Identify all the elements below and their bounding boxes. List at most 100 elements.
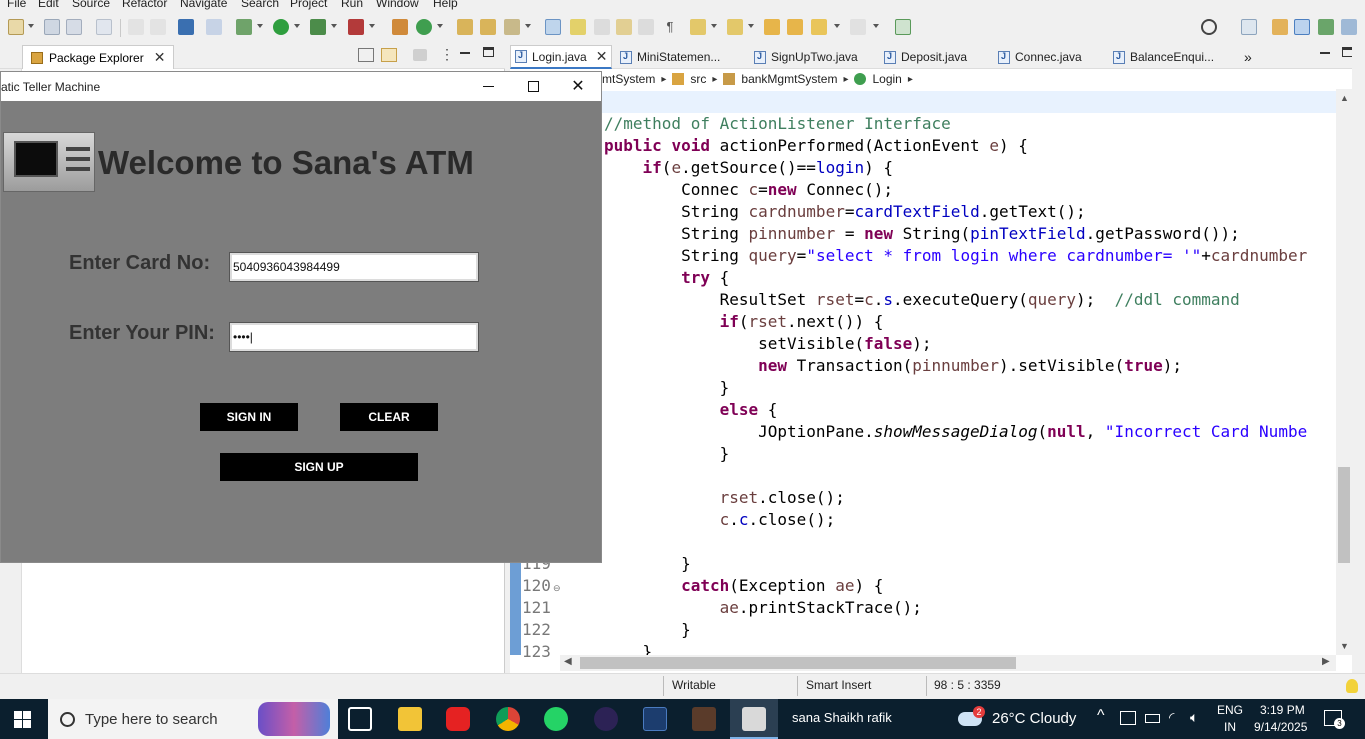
new-file-icon[interactable] [8, 19, 24, 35]
next-edit-icon[interactable] [690, 19, 706, 35]
java-perspective-icon[interactable] [1294, 19, 1310, 35]
save-all-icon[interactable] [66, 19, 82, 35]
clock-date[interactable]: 9/14/2025 [1254, 720, 1307, 734]
show-hidden-icons-icon[interactable]: ^ [1097, 707, 1105, 725]
filters-icon[interactable] [413, 49, 427, 61]
close-window-button[interactable]: ✕ [558, 74, 598, 98]
taskbar-active-app[interactable] [730, 699, 778, 739]
minimize-icon[interactable] [460, 52, 470, 54]
tab-package-explorer[interactable]: Package Explorer ✕ [22, 45, 175, 69]
code-text[interactable]: //method of ActionListener Interface pub… [604, 113, 1334, 655]
undo-icon[interactable] [128, 19, 144, 35]
horizontal-scrollbar[interactable]: ◀ ▶ [560, 655, 1336, 671]
prev-edit-icon[interactable] [727, 19, 743, 35]
forward-history-icon[interactable] [787, 19, 803, 35]
chrome-icon[interactable] [496, 707, 520, 731]
close-icon[interactable]: ✕ [154, 49, 166, 66]
breadcrumb-src[interactable]: src [690, 72, 706, 86]
last-edit-location-icon[interactable] [764, 19, 780, 35]
menu-window[interactable]: Window [376, 0, 419, 10]
taskbar-user-label[interactable]: sana Shaikh rafik [792, 710, 892, 725]
breadcrumb-project[interactable]: mtSystem [602, 72, 655, 86]
maximize-window-button[interactable] [513, 74, 553, 98]
new-java-package-icon[interactable] [392, 19, 408, 35]
task-view-icon[interactable] [348, 707, 372, 731]
pilcrow-icon[interactable]: ¶ [662, 19, 678, 35]
whatsapp-icon[interactable] [544, 707, 568, 731]
back-icon[interactable] [811, 19, 827, 35]
close-icon[interactable]: ✕ [596, 48, 608, 65]
menu-refactor[interactable]: Refactor [122, 0, 167, 10]
scroll-up-icon[interactable]: ▲ [1340, 93, 1349, 103]
open-console-icon[interactable] [895, 19, 911, 35]
save-icon[interactable] [44, 19, 60, 35]
chevron-down-icon[interactable] [331, 24, 337, 28]
weather-text[interactable]: 26°C Cloudy [992, 710, 1076, 727]
menu-search[interactable]: Search [241, 0, 279, 10]
print-icon[interactable] [96, 19, 112, 35]
tab-login-java[interactable]: Login.java ✕ [510, 45, 613, 69]
tab-ministatement-java[interactable]: MiniStatemen... [620, 45, 720, 69]
tab-connec-java[interactable]: Connec.java [998, 45, 1082, 69]
show-whitespace-icon[interactable] [638, 19, 654, 35]
scroll-right-icon[interactable]: ▶ [1322, 656, 1330, 667]
open-type-icon[interactable] [457, 19, 473, 35]
next-annotation-icon[interactable] [616, 19, 632, 35]
collapse-all-icon[interactable] [358, 48, 374, 62]
forward-icon[interactable] [850, 19, 866, 35]
minimize-window-button[interactable] [468, 74, 508, 98]
run-icon[interactable] [273, 19, 289, 35]
tab-balanceenquiry-java[interactable]: BalanceEnqui... [1113, 45, 1214, 69]
new-class-icon[interactable] [416, 19, 432, 35]
maximize-icon[interactable] [483, 47, 494, 57]
vertical-scroll-thumb[interactable] [1338, 467, 1350, 563]
eclipse-icon[interactable] [594, 707, 618, 731]
console-icon[interactable] [178, 19, 194, 35]
minimize-icon[interactable] [1320, 52, 1330, 54]
pin-input[interactable]: ••••| [229, 322, 479, 352]
volume-icon[interactable]: 🔈︎ [1190, 709, 1198, 726]
menu-edit[interactable]: Edit [38, 0, 59, 10]
debug-icon[interactable] [236, 19, 252, 35]
menu-run[interactable]: Run [341, 0, 363, 10]
open-perspective-icon[interactable] [1241, 19, 1257, 35]
scroll-left-icon[interactable]: ◀ [564, 656, 572, 667]
chevron-down-icon[interactable] [437, 24, 443, 28]
clear-button[interactable]: CLEAR [340, 403, 438, 431]
menu-file[interactable]: File [7, 0, 26, 10]
chevron-down-icon[interactable] [748, 24, 754, 28]
chevron-down-icon[interactable] [369, 24, 375, 28]
menu-help[interactable]: Help [433, 0, 458, 10]
card-number-input[interactable]: 5040936043984499 [229, 252, 479, 282]
game-icon[interactable] [692, 707, 716, 731]
clock-time[interactable]: 3:19 PM [1260, 703, 1305, 717]
vertical-scrollbar[interactable]: ▲ ▼ [1336, 89, 1352, 655]
redo-icon[interactable] [150, 19, 166, 35]
lightbulb-icon[interactable] [1346, 679, 1358, 693]
tab-signuptwo-java[interactable]: SignUpTwo.java [754, 45, 858, 69]
debug-perspective-icon[interactable] [1318, 19, 1334, 35]
search-tools-icon[interactable] [504, 19, 520, 35]
battery-icon[interactable] [1145, 714, 1160, 723]
chevron-down-icon[interactable] [873, 24, 879, 28]
windows-start-icon[interactable] [14, 711, 31, 728]
link-with-editor-icon[interactable] [381, 48, 397, 62]
horizontal-scroll-thumb[interactable] [580, 657, 1016, 669]
sign-up-button[interactable]: SIGN UP [220, 453, 418, 481]
chevron-down-icon[interactable] [525, 24, 531, 28]
chevron-down-icon[interactable] [28, 24, 34, 28]
sign-in-button[interactable]: SIGN IN [200, 403, 298, 431]
view-menu-icon[interactable]: ⋮ [440, 46, 454, 63]
file-explorer-icon[interactable] [398, 707, 422, 731]
toggle-mark-occurrences-icon[interactable] [545, 19, 561, 35]
atm-titlebar[interactable]: atic Teller Machine ✕ [1, 72, 601, 101]
search-highlight-icon[interactable] [258, 702, 330, 736]
mysql-workbench-icon[interactable] [643, 707, 667, 731]
coverage-icon[interactable] [310, 19, 326, 35]
chevron-down-icon[interactable] [711, 24, 717, 28]
chevron-down-icon[interactable] [294, 24, 300, 28]
wifi-icon[interactable]: ◜ [1169, 709, 1174, 726]
open-folder-icon[interactable] [480, 19, 496, 35]
youtube-icon[interactable] [446, 707, 470, 731]
scroll-down-icon[interactable]: ▼ [1340, 641, 1349, 651]
